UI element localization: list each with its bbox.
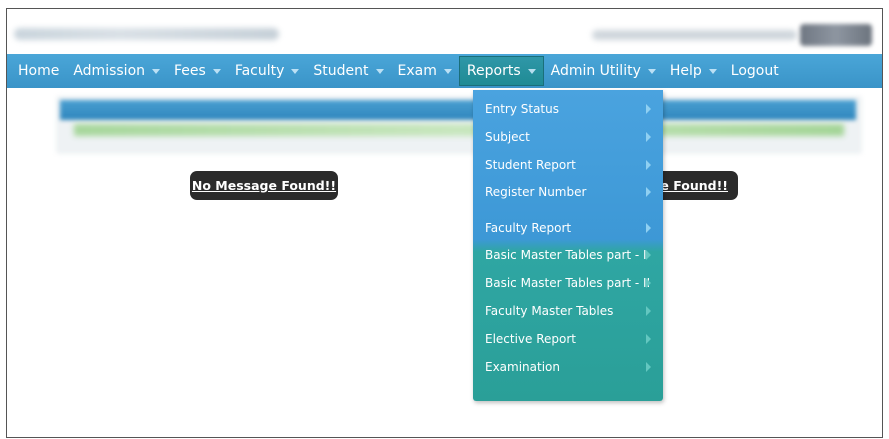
menu-item-basic-master-tables-1[interactable]: Basic Master Tables part - I (473, 242, 663, 268)
nav-logout[interactable]: Logout (724, 56, 786, 86)
nav-faculty-label: Faculty (234, 63, 285, 79)
nav-student-label: Student (313, 63, 369, 79)
menu-item-basic-master-tables-2[interactable]: Basic Master Tables part - II (473, 270, 663, 296)
menu-item-label: Student Report (485, 158, 576, 172)
nav-student[interactable]: Student (306, 56, 390, 86)
menu-item-label: Entry Status (485, 102, 559, 116)
no-message-badge[interactable]: No Message Found!! (190, 171, 338, 200)
file-found-text: le Found!! (656, 178, 728, 193)
menu-item-label: Basic Master Tables part - II (485, 276, 651, 290)
blurred-user-info (592, 30, 797, 40)
menu-item-subject[interactable]: Subject (473, 124, 663, 150)
menu-item-label: Basic Master Tables part - I (485, 248, 647, 262)
menu-item-faculty-master-tables[interactable]: Faculty Master Tables (473, 298, 663, 324)
chevron-down-icon (708, 68, 717, 74)
nav-faculty[interactable]: Faculty (228, 56, 307, 86)
menu-item-elective-report[interactable]: Elective Report (473, 326, 663, 352)
chevron-down-icon (152, 68, 161, 74)
menu-item-register-number[interactable]: Register Number (473, 179, 663, 205)
menu-item-label: Faculty Master Tables (485, 304, 614, 318)
nav-admin-utility[interactable]: Admin Utility (544, 56, 663, 86)
nav-reports-label: Reports (466, 63, 521, 79)
menu-item-label: Elective Report (485, 332, 577, 346)
nav-admin-utility-label: Admin Utility (550, 63, 641, 79)
menu-item-faculty-report[interactable]: Faculty Report (473, 215, 663, 241)
menu-item-student-report[interactable]: Student Report (473, 152, 663, 178)
menu-item-label: Register Number (485, 185, 587, 199)
chevron-right-icon (646, 306, 651, 316)
blurred-page-title (14, 28, 279, 40)
nav-help[interactable]: Help (663, 56, 724, 86)
chevron-right-icon (646, 104, 651, 114)
chevron-down-icon (527, 68, 536, 74)
menu-item-label: Faculty Report (485, 221, 572, 235)
nav-logout-label: Logout (730, 63, 779, 79)
nav-admission[interactable]: Admission (66, 56, 167, 86)
nav-exam-label: Exam (397, 63, 437, 79)
nav-exam[interactable]: Exam (391, 56, 459, 86)
reports-dropdown-menu: Entry Status Subject Student Report Regi… (473, 90, 663, 401)
nav-fees-label: Fees (174, 63, 206, 79)
menu-item-label: Subject (485, 130, 530, 144)
menu-item-entry-status[interactable]: Entry Status (473, 96, 663, 122)
nav-admission-label: Admission (73, 63, 146, 79)
chevron-right-icon (646, 362, 651, 372)
chevron-down-icon (212, 68, 221, 74)
chevron-down-icon (647, 68, 656, 74)
chevron-right-icon (646, 223, 651, 233)
nav-home[interactable]: Home (11, 56, 66, 86)
blurred-logo (800, 24, 872, 46)
blurred-panel-header (60, 100, 856, 120)
menu-item-examination[interactable]: Examination (473, 354, 663, 380)
menu-item-label: Examination (485, 360, 561, 374)
nav-reports[interactable]: Reports (458, 56, 544, 86)
chevron-right-icon (646, 250, 651, 260)
main-navbar: Home Admission Fees Faculty Student Exam… (7, 54, 882, 88)
chevron-right-icon (646, 278, 651, 288)
nav-fees[interactable]: Fees (167, 56, 228, 86)
no-message-text: No Message Found!! (191, 178, 337, 193)
chevron-down-icon (291, 68, 300, 74)
nav-home-label: Home (18, 63, 60, 79)
chevron-right-icon (646, 187, 651, 197)
chevron-right-icon (646, 132, 651, 142)
blurred-panel-text (74, 124, 844, 136)
nav-help-label: Help (669, 63, 702, 79)
chevron-right-icon (646, 160, 651, 170)
file-found-badge[interactable]: le Found!! (654, 171, 738, 200)
chevron-down-icon (443, 68, 452, 74)
chevron-right-icon (646, 334, 651, 344)
chevron-down-icon (375, 68, 384, 74)
